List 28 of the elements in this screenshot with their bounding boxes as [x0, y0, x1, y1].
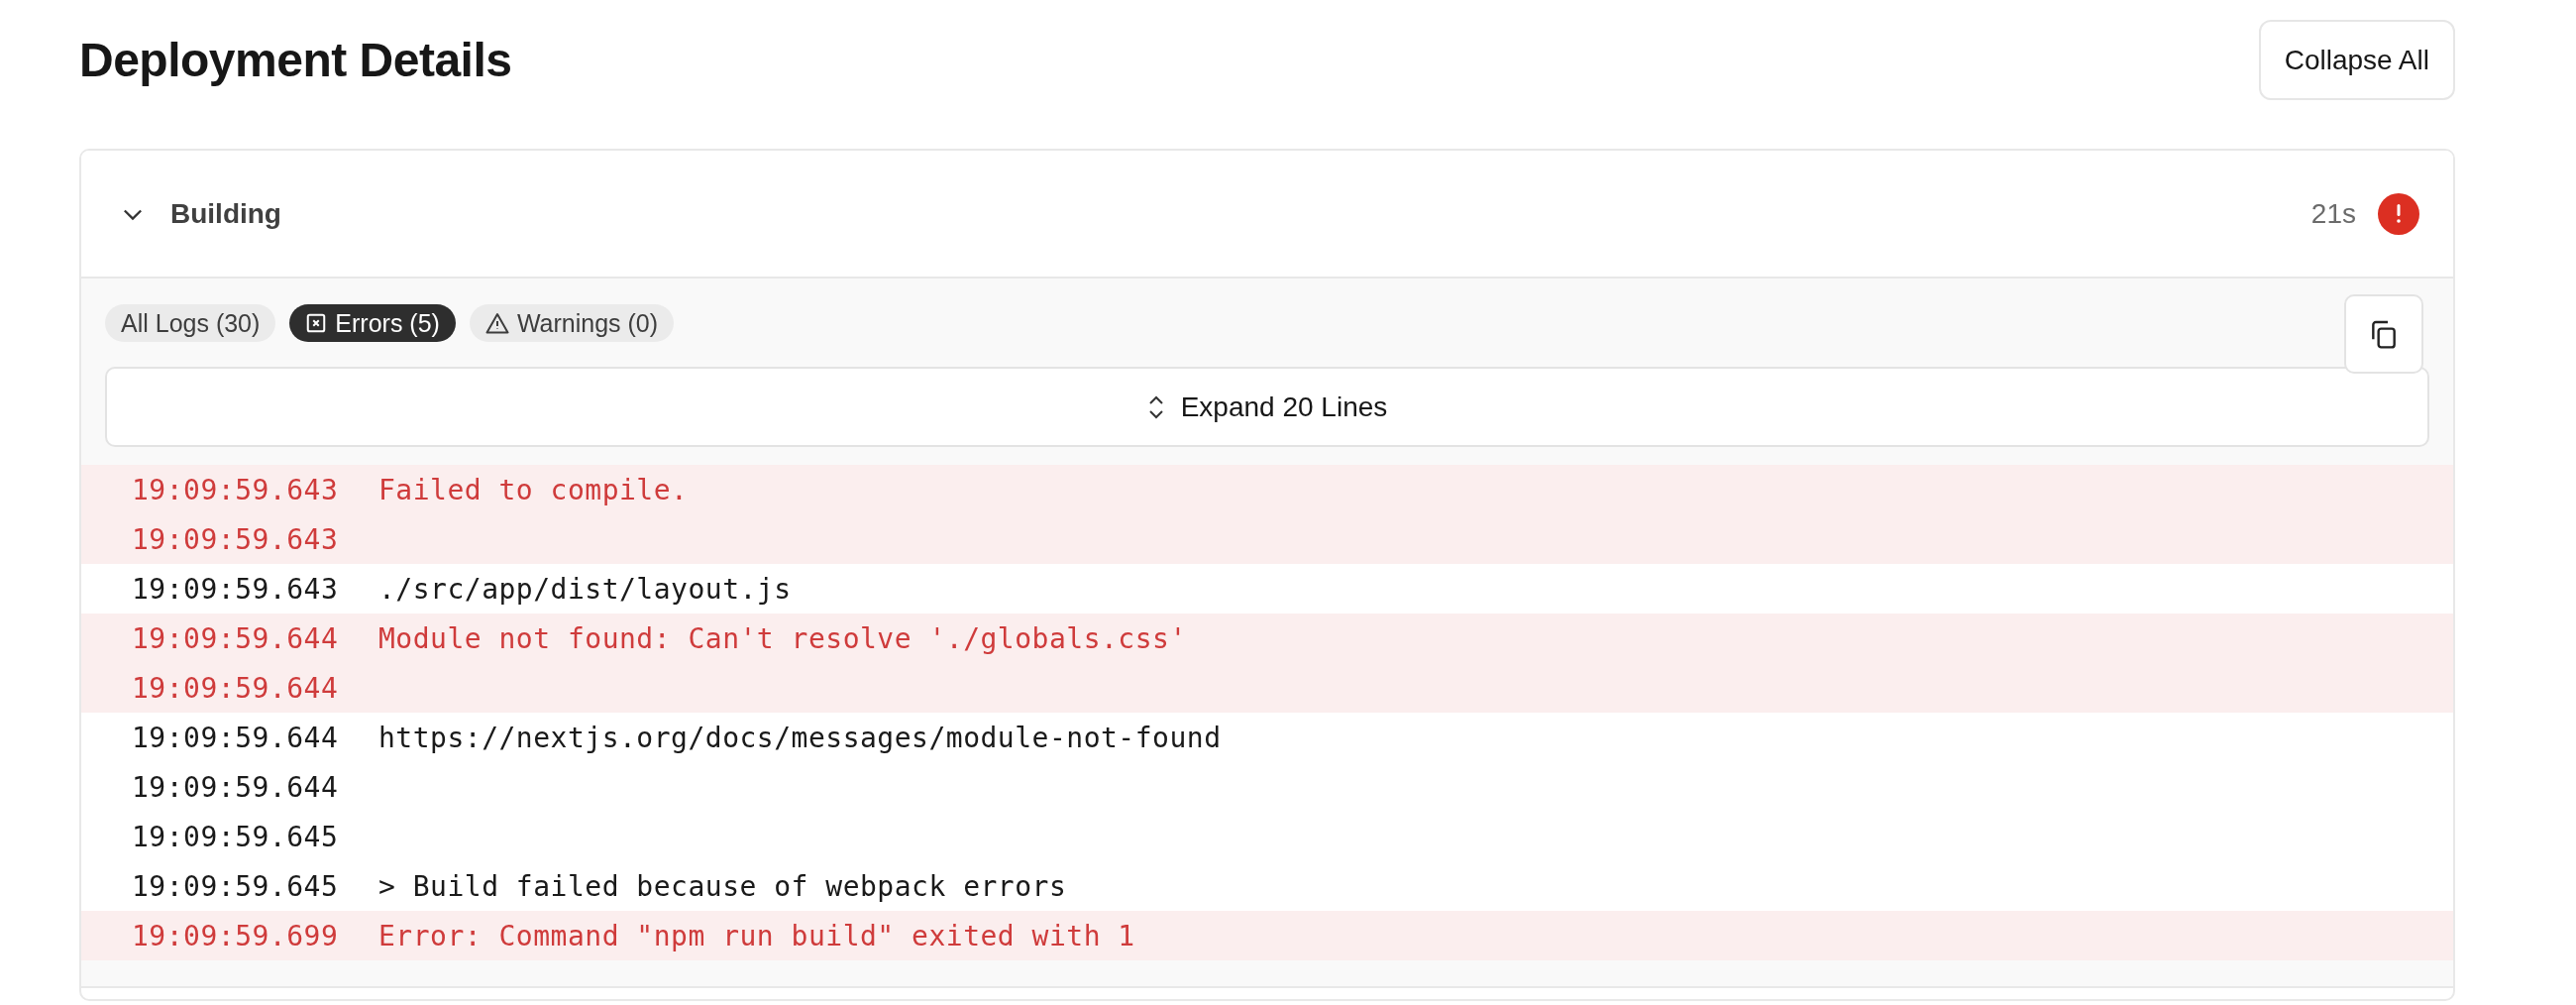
- log-timestamp: 19:09:59.645: [132, 869, 340, 903]
- page-title: Deployment Details: [79, 33, 512, 87]
- log-timestamp: 19:09:59.645: [132, 820, 340, 853]
- log-message: ./src/app/dist/layout.js: [378, 572, 792, 606]
- log-timestamp: 19:09:59.644: [132, 721, 340, 754]
- section-title: Building: [170, 197, 282, 230]
- collapse-all-button[interactable]: Collapse All: [2258, 20, 2455, 100]
- log-filter-tab[interactable]: All Logs (30): [105, 304, 276, 342]
- log-message: > Build failed because of webpack errors: [378, 869, 1067, 903]
- log-filter-tab[interactable]: Warnings (0): [469, 304, 675, 342]
- log-timestamp: 19:09:59.644: [132, 621, 340, 655]
- section-header[interactable]: Building 21s: [81, 151, 2453, 279]
- log-timestamp: 19:09:59.643: [132, 572, 340, 606]
- log-timestamp: 19:09:59.644: [132, 770, 340, 804]
- log-message: Error: Command "npm run build" exited with 1: [378, 919, 1135, 952]
- log-message: Module not found: Can't resolve './globals.css': [378, 621, 1187, 655]
- warning-icon: [484, 312, 509, 334]
- log-timestamp: 19:09:59.643: [132, 522, 340, 556]
- expand-lines-button[interactable]: Expand 20 Lines: [105, 367, 2429, 447]
- log-filter-tab[interactable]: Errors (5): [289, 304, 456, 342]
- log-message: Failed to compile.: [378, 473, 689, 506]
- x-square-icon: [305, 312, 328, 334]
- log-timestamp: 19:09:59.644: [132, 671, 340, 705]
- copy-button[interactable]: [2344, 294, 2423, 374]
- log-timestamp: 19:09:59.643: [132, 473, 340, 506]
- log-timestamp: 19:09:59.699: [132, 919, 340, 952]
- duration-text: 21s: [2310, 197, 2356, 230]
- log-message: https://nextjs.org/docs/messages/module-not-found: [378, 721, 1222, 754]
